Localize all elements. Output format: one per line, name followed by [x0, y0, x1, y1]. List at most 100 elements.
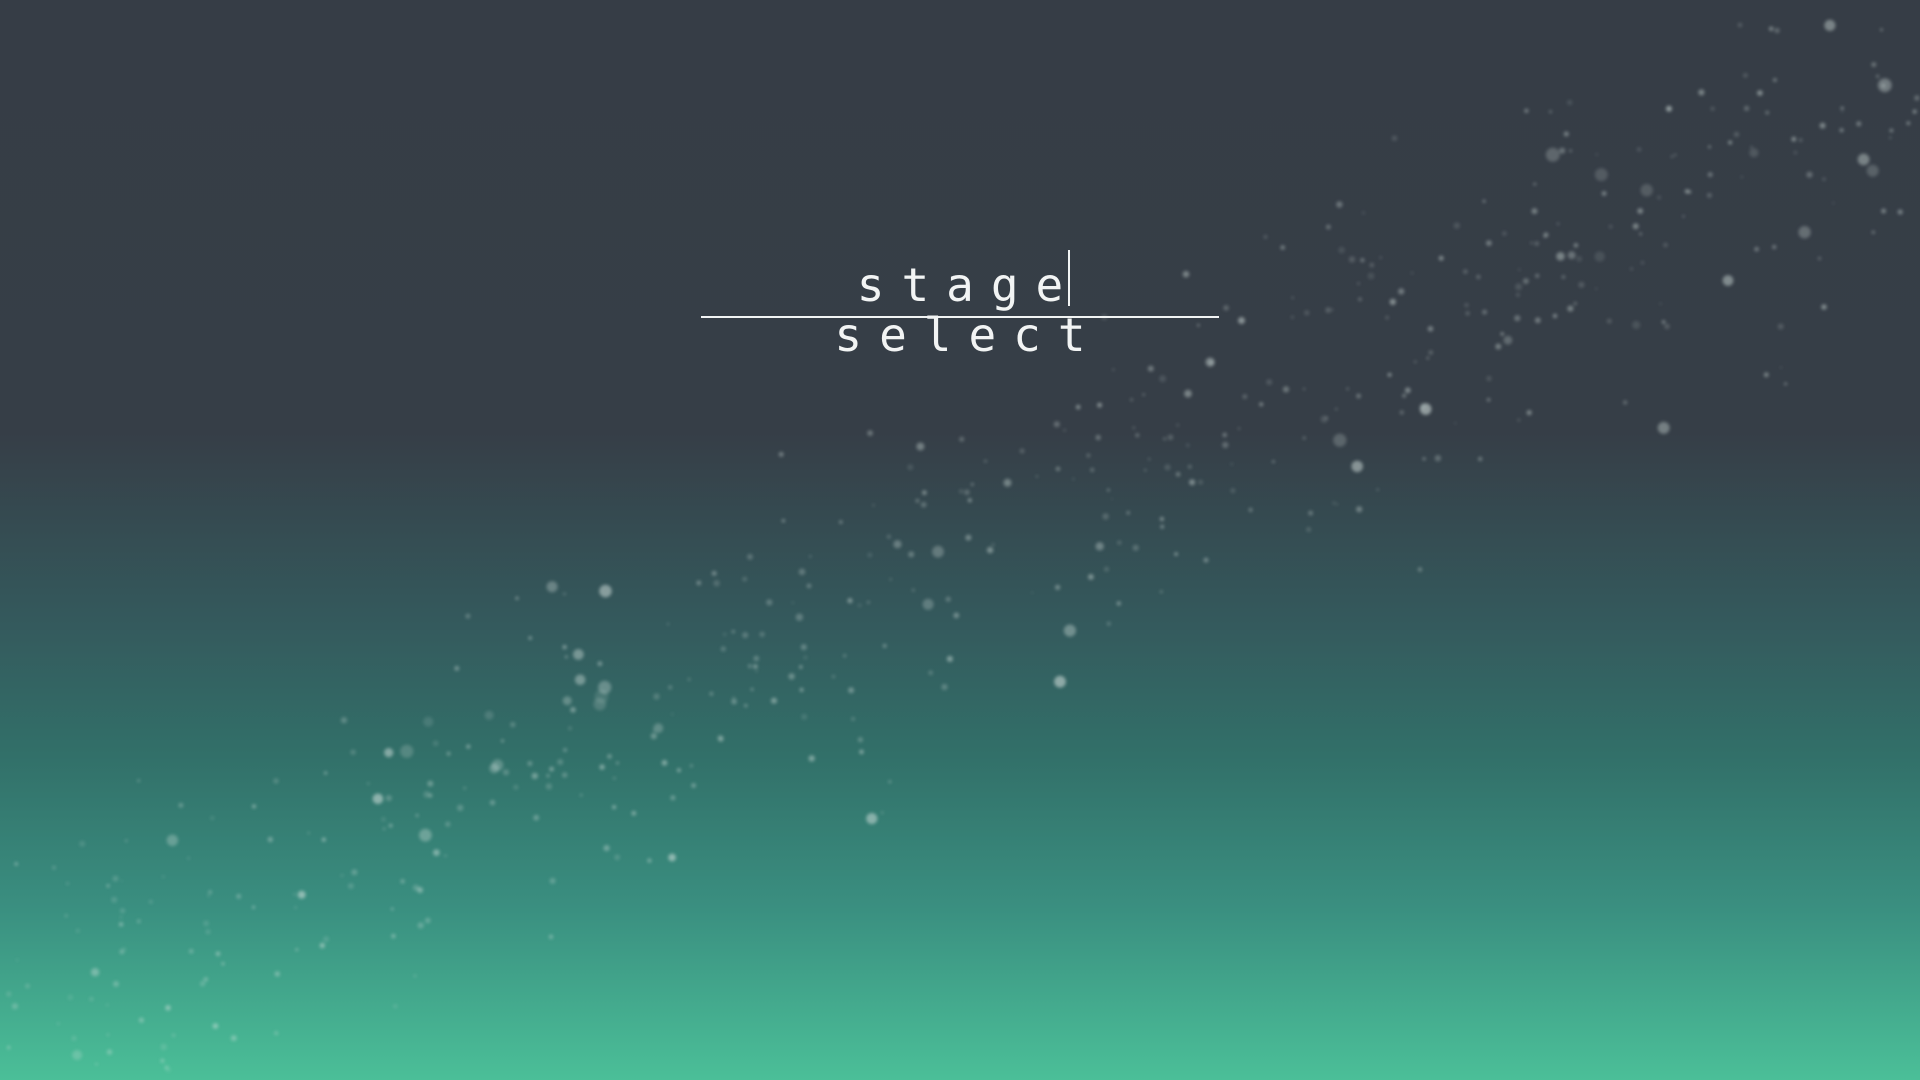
particle: [400, 879, 405, 884]
particle: [1035, 475, 1038, 478]
particle: [713, 580, 720, 587]
particle: [747, 664, 753, 669]
particle: [1486, 240, 1492, 247]
particle: [709, 691, 714, 696]
particle: [770, 697, 778, 704]
particle: [687, 677, 691, 681]
particle: [1379, 256, 1382, 259]
particle: [1806, 171, 1813, 178]
particle: [1208, 360, 1214, 366]
particle: [1428, 350, 1434, 355]
particle: [138, 1017, 144, 1023]
particle: [1336, 201, 1343, 208]
particle: [1336, 503, 1339, 506]
particle: [1369, 262, 1375, 268]
particle: [1684, 189, 1690, 194]
particle: [187, 856, 191, 860]
particle: [95, 1063, 98, 1066]
particle: [457, 804, 464, 811]
particle: [788, 673, 795, 680]
particle: [1259, 402, 1264, 407]
particle: [527, 761, 533, 766]
particle: [111, 896, 118, 903]
particle: [1768, 26, 1774, 32]
particle: [671, 713, 674, 716]
particle: [230, 1035, 237, 1041]
particle: [1427, 326, 1434, 332]
particle: [423, 791, 431, 798]
particle: [1075, 404, 1081, 410]
particle: [1402, 393, 1407, 398]
particle: [1111, 497, 1113, 500]
particle: [188, 948, 194, 954]
particle: [1791, 136, 1797, 142]
particle: [1757, 90, 1763, 96]
particle: [965, 534, 972, 541]
particle: [1707, 172, 1713, 178]
particle: [668, 685, 673, 690]
particle: [1576, 255, 1583, 262]
particle: [661, 759, 668, 766]
particle: [1530, 241, 1533, 245]
particle: [915, 498, 920, 503]
particle: [839, 520, 843, 524]
particle: [711, 570, 717, 576]
particle: [1640, 184, 1653, 197]
particle: [1095, 542, 1104, 551]
particle: [166, 834, 179, 846]
particle: [867, 430, 873, 436]
particle: [1841, 110, 1844, 113]
particle: [1454, 422, 1457, 425]
particle: [199, 981, 206, 987]
particle: [893, 540, 902, 549]
particle: [1876, 74, 1879, 78]
particle: [1248, 507, 1253, 512]
particle: [348, 883, 354, 889]
particle: [1482, 309, 1488, 315]
particle: [1722, 275, 1734, 286]
particle: [1515, 283, 1523, 291]
particle: [613, 776, 616, 780]
particle: [866, 813, 878, 825]
particle-background: [6, 19, 1920, 1073]
particle: [1657, 195, 1662, 200]
particle: [1332, 501, 1336, 505]
particle: [1871, 230, 1876, 234]
particle: [1543, 235, 1547, 238]
particle: [612, 805, 617, 810]
particle: [121, 947, 127, 952]
particle: [742, 632, 749, 639]
particle: [1594, 168, 1608, 182]
particle: [1856, 121, 1862, 127]
particle: [563, 592, 566, 596]
particle: [67, 994, 74, 1000]
particle: [148, 899, 153, 904]
particle: [1132, 426, 1136, 429]
particle: [1478, 456, 1483, 462]
particle: [1533, 182, 1537, 186]
particle: [791, 601, 795, 604]
particle: [1710, 106, 1715, 111]
particle: [1223, 305, 1229, 311]
particle: [1663, 242, 1668, 248]
particle: [1486, 375, 1492, 382]
particle: [171, 1033, 176, 1038]
particle: [1167, 434, 1174, 441]
particle: [778, 451, 784, 457]
particle: [831, 674, 836, 679]
particle: [1556, 251, 1565, 261]
particle: [210, 815, 215, 821]
particle: [1674, 153, 1677, 156]
particle: [1889, 128, 1894, 133]
particle: [991, 543, 995, 547]
particle: [907, 464, 914, 471]
particle: [1877, 78, 1892, 93]
particle: [1517, 418, 1521, 422]
particle: [1567, 305, 1574, 312]
particle: [1308, 510, 1313, 516]
particle: [1438, 255, 1444, 261]
particle: [137, 779, 141, 783]
particle: [1189, 479, 1196, 486]
particle: [367, 782, 370, 785]
particle: [350, 749, 356, 755]
